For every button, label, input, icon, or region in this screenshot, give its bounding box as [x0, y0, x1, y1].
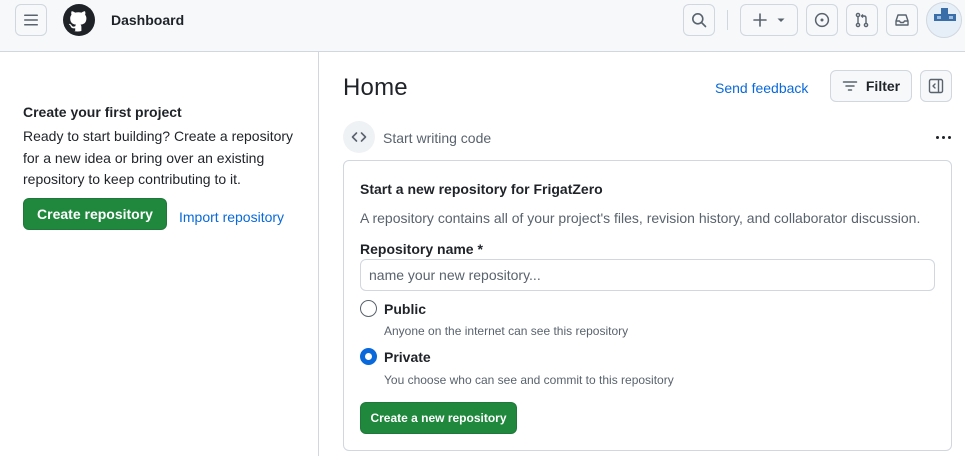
public-option-label[interactable]: Public: [384, 301, 426, 317]
card-title: Start a new repository for FrigatZero: [360, 181, 603, 197]
avatar-image: [927, 3, 961, 37]
plus-icon: [753, 13, 767, 27]
inbox-button[interactable]: [886, 4, 918, 36]
git-pull-request-icon: [855, 12, 869, 28]
context-title[interactable]: Dashboard: [111, 12, 184, 28]
send-feedback-link[interactable]: Send feedback: [715, 80, 808, 96]
issues-button[interactable]: [806, 4, 838, 36]
code-icon-circle: [343, 121, 375, 153]
filter-button[interactable]: Filter: [830, 70, 912, 102]
kebab-menu-icon[interactable]: [930, 128, 956, 146]
filter-icon: [842, 81, 858, 91]
app-header: Dashboard: [0, 0, 965, 52]
first-project-description: Ready to start building? Create a reposi…: [23, 128, 294, 187]
section-label: Start writing code: [383, 130, 492, 146]
first-project-heading: Create your first project: [23, 104, 182, 120]
create-new-menu-button[interactable]: [740, 4, 798, 36]
create-repository-button[interactable]: Create repository: [23, 198, 167, 230]
search-button[interactable]: [683, 4, 715, 36]
private-option-description: You choose who can see and commit to thi…: [384, 373, 674, 387]
search-icon: [692, 13, 707, 28]
hamburger-icon: [24, 14, 38, 26]
private-option-label[interactable]: Private: [384, 349, 431, 365]
create-new-repository-button[interactable]: Create a new repository: [360, 402, 517, 434]
toggle-sidebar-button[interactable]: [920, 70, 952, 102]
card-description: A repository contains all of your projec…: [360, 210, 921, 226]
open-global-navigation-button[interactable]: [15, 4, 47, 36]
import-repository-link[interactable]: Import repository: [179, 209, 284, 225]
code-icon: [351, 132, 367, 142]
header-divider: [727, 10, 728, 30]
inbox-icon: [895, 14, 909, 26]
sidebar-expand-icon: [928, 78, 944, 94]
page-title: Home: [343, 74, 408, 101]
repository-name-input[interactable]: [360, 259, 935, 291]
repository-name-label: Repository name *: [360, 241, 483, 257]
triangle-down-icon: [777, 18, 785, 22]
pull-requests-button[interactable]: [846, 4, 878, 36]
new-repository-card: Start a new repository for FrigatZero A …: [343, 160, 952, 451]
public-radio[interactable]: [360, 300, 377, 317]
github-logo[interactable]: [63, 4, 95, 36]
user-avatar[interactable]: [926, 2, 962, 38]
filter-label: Filter: [865, 78, 901, 94]
issue-opened-icon: [814, 12, 830, 28]
public-option-description: Anyone on the internet can see this repo…: [384, 324, 629, 338]
left-sidebar: Create your first project Ready to start…: [0, 52, 319, 456]
private-radio[interactable]: [360, 348, 377, 365]
